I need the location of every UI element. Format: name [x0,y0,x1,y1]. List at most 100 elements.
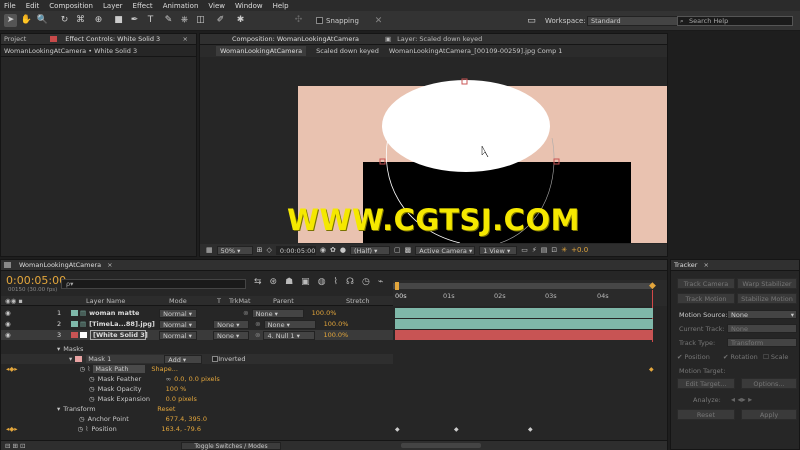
zoom-tool-icon[interactable]: 🔍 [36,14,49,27]
prop-mask-feather-value[interactable]: 0.0, 0.0 pixels [174,375,220,383]
mask-expansion-row[interactable]: ◷ Mask Expansion 0.0 pixels [1,394,393,404]
layer-label-color-1[interactable] [71,310,78,316]
layer-stretch-1[interactable]: 100.0% [312,309,337,317]
analyze-controls-icon[interactable]: ◂ ◂▸ ▸ [731,395,752,404]
mask-feather-row[interactable]: ◷ Mask Feather ∞ 0.0, 0.0 pixels [1,374,393,384]
fast-preview-icon[interactable]: ⚡ [532,246,537,254]
keyframe-position-1[interactable]: ◆ [395,426,400,433]
tab-timeline-comp[interactable]: WomanLookingAtCamera [19,261,101,269]
pick-whip-icon[interactable]: ⊚ [255,320,260,328]
mask-opacity-row[interactable]: ◷ Mask Opacity 100 % [1,384,393,394]
layer-duration-bar-3[interactable] [395,330,653,340]
menu-file[interactable]: File [4,2,16,10]
search-help-input[interactable]: ⌕ Search Help [677,16,793,26]
rotation-checkbox-label[interactable]: ✔ Rotation [723,353,758,361]
pixel-aspect-icon[interactable]: ▭ [521,246,528,254]
resolution-dropdown[interactable]: (Half) ▾ [349,245,390,255]
work-area-start[interactable] [395,282,399,290]
frame-blending-icon[interactable]: ▣ [301,277,310,287]
tab-effect-controls[interactable]: Effect Controls: White Solid 3 [65,35,160,43]
tracker-apply-button[interactable]: Apply [741,409,797,420]
brainstorm-icon[interactable]: ☊ [346,277,354,287]
track-type-dropdown[interactable]: Transform [727,338,797,347]
menu-composition[interactable]: Composition [49,2,93,10]
mask-color-swatch[interactable] [75,356,83,362]
inverted-checkbox[interactable] [212,356,218,362]
white-mask-shape[interactable] [382,80,550,172]
menu-layer[interactable]: Layer [103,2,123,10]
layer-row-3[interactable]: ◉ 3 [White Solid 3] Normal ▾ None ▾ ⊚ 4.… [1,330,393,340]
layer-duration-bar-1[interactable] [395,308,653,318]
layer-parent-1[interactable]: None ▾ [251,308,304,318]
transform-reset-link[interactable]: Reset [157,405,175,413]
pick-whip-icon[interactable]: ⊚ [243,309,248,317]
region-of-interest-icon[interactable]: ▢ [394,246,401,254]
snapping-checkbox[interactable] [316,17,323,24]
time-ruler[interactable]: ◆ 00s 01s 02s 03s 04s [393,280,667,450]
column-mode[interactable]: Mode [169,297,187,305]
prop-mask-path[interactable]: Mask Path [93,365,146,373]
graph-editor-icon[interactable]: ⌇ [334,277,338,287]
tracker-reset-button[interactable]: Reset [677,409,735,420]
timeline-search-input[interactable]: ρ▾ [61,279,246,289]
mask-mode-dropdown[interactable]: Add ▾ [164,354,203,364]
camera-dropdown[interactable]: Active Camera ▾ [415,245,476,255]
link-icon[interactable]: ∞ [166,375,171,383]
rotate-tool-icon[interactable]: ↻ [58,14,71,27]
layer-label-color-3[interactable] [71,332,78,338]
prop-position-value[interactable]: 163.4, -79.6 [161,425,201,433]
graph-toggle-icon[interactable]: ⌁ [378,277,383,287]
flow-item-scaled[interactable]: Scaled down keyed [316,47,379,55]
menu-window[interactable]: Window [235,2,263,10]
puppet-pin-tool-icon[interactable]: ✱ [234,14,247,27]
timeline-link-icon[interactable]: ▤ [541,246,548,254]
auto-keyframe-icon[interactable]: ◷ [362,277,370,287]
prop-mask-expansion-value[interactable]: 0.0 pixels [166,395,197,403]
mask-shape-tool-icon[interactable]: ■ [112,14,125,27]
current-track-dropdown[interactable]: None [727,324,797,333]
eraser-tool-icon[interactable]: ◫ [194,14,207,27]
column-layer-name[interactable]: Layer Name [86,297,125,305]
viewer-timecode[interactable]: 0:00:05:00 [275,245,316,255]
menu-view[interactable]: View [208,2,225,10]
tab-close-icon[interactable]: × [107,261,112,269]
pick-whip-icon[interactable]: ⊚ [255,331,260,339]
position-row[interactable]: ◂◆▸ ◷ ⌇ Position 163.4, -79.6 [1,424,393,434]
composition-viewer[interactable]: WWW.CGTSJ.COM [200,58,667,243]
stopwatch-icon[interactable]: ◷ [89,385,95,393]
expand-panes-icon[interactable]: ⊟ ⊞ ⊡ [5,442,25,450]
stopwatch-icon[interactable]: ◷ [89,395,95,403]
layer-parent-3[interactable]: 4. Null 1 ▾ [263,330,316,340]
layer-stretch-3[interactable]: 100.0% [323,331,348,339]
panel-close-icon[interactable]: × [183,35,188,43]
draft-3d-icon[interactable]: ⊛ [270,277,278,287]
roto-brush-tool-icon[interactable]: ✐ [214,14,227,27]
clone-stamp-tool-icon[interactable]: ⎈ [178,14,191,27]
menu-effect[interactable]: Effect [133,2,153,10]
exposure-value[interactable]: +0.0 [571,246,588,254]
flow-item-current[interactable]: WomanLookingAtCamera [216,46,307,56]
visibility-eye-icon[interactable]: ◉ [5,331,13,339]
stopwatch-icon[interactable]: ◷ [79,415,85,423]
timeline-timecode[interactable]: 0:00:05:00 [6,274,66,287]
stopwatch-icon[interactable]: ◷ [78,425,84,433]
pan-behind-tool-icon[interactable]: ⊕ [92,14,105,27]
flowchart-icon[interactable]: ⊡ [551,246,557,254]
column-stretch[interactable]: Stretch [346,297,369,305]
shy-layers-icon[interactable]: ☗ [285,277,293,287]
column-t[interactable]: T [217,297,221,305]
type-tool-icon[interactable]: T [144,14,157,27]
keyframe-mask-path[interactable]: ◆ [649,366,654,373]
stabilize-motion-button[interactable]: Stabilize Motion [737,293,797,304]
snap-options-icon[interactable]: ✕ [372,15,385,28]
transparency-grid-icon[interactable]: ▩ [405,246,412,254]
expand-triangle-icon[interactable]: ▾ [57,405,60,413]
grid-icon[interactable]: ▦ [206,246,213,254]
column-trkmat[interactable]: TrkMat [229,297,251,305]
keyframe-position-3[interactable]: ◆ [528,426,533,433]
layer-trkmat-3[interactable]: None ▾ [213,330,249,340]
menu-help[interactable]: Help [273,2,289,10]
scale-checkbox-label[interactable]: ☐ Scale [763,353,788,361]
visibility-eye-icon[interactable]: ◉ [5,309,13,317]
stopwatch-icon[interactable]: ◷ [89,375,95,383]
